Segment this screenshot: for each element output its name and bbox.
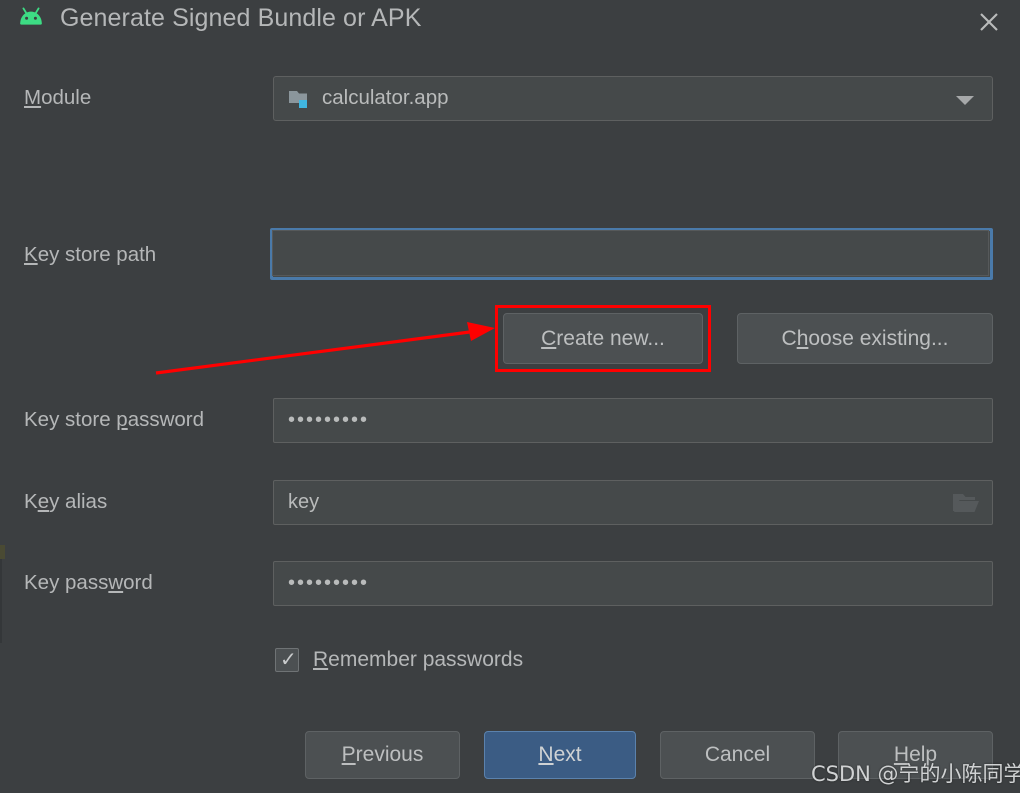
key-alias-label: Key alias [24,490,108,513]
edge-artifact-top [0,545,5,559]
keystore-path-field-wrapper [270,228,993,280]
module-selected-value: calculator.app [322,86,449,109]
choose-existing-button-label: Choose existing... [781,326,949,350]
module-select[interactable]: calculator.app [273,76,993,121]
remember-passwords-label: Remember passwords [313,648,524,671]
keystore-password-input[interactable] [273,398,993,443]
remember-passwords-checkbox[interactable]: ✓ [275,648,299,672]
next-button-label: Next [538,743,582,766]
cancel-button-label: Cancel [704,743,771,766]
dialog-title: Generate Signed Bundle or APK [60,4,422,32]
module-label: Module [24,86,92,109]
folder-open-icon[interactable] [951,491,981,517]
chevron-down-icon[interactable] [956,96,974,105]
check-icon: ✓ [280,649,297,671]
create-new-button-label: Create new... [541,326,665,350]
key-password-input[interactable] [273,561,993,606]
previous-button-label: Previous [341,743,424,766]
android-robot-icon [16,7,46,33]
previous-button[interactable]: Previous [305,731,460,779]
key-alias-input[interactable] [273,480,993,525]
generate-signed-bundle-dialog: Generate Signed Bundle or APK Module cal… [0,0,1020,793]
csdn-watermark: CSDN @宁的小陈同学 [811,762,1020,786]
choose-existing-button[interactable]: Choose existing... [737,313,993,364]
module-folder-icon [288,87,312,111]
edge-artifact-bottom [0,559,2,643]
key-password-label: Key password [24,571,153,594]
keystore-path-label: Key store path [24,243,157,266]
create-new-button[interactable]: Create new... [503,313,703,364]
next-button[interactable]: Next [484,731,636,779]
remember-passwords-checkbox-row[interactable]: ✓ Remember passwords [275,645,523,675]
keystore-password-label: Key store password [24,408,205,431]
keystore-path-input[interactable] [272,230,989,276]
dialog-titlebar: Generate Signed Bundle or APK [0,0,1020,44]
cancel-button[interactable]: Cancel [660,731,815,779]
key-alias-field-wrapper [273,480,993,525]
close-icon[interactable] [972,6,1006,38]
